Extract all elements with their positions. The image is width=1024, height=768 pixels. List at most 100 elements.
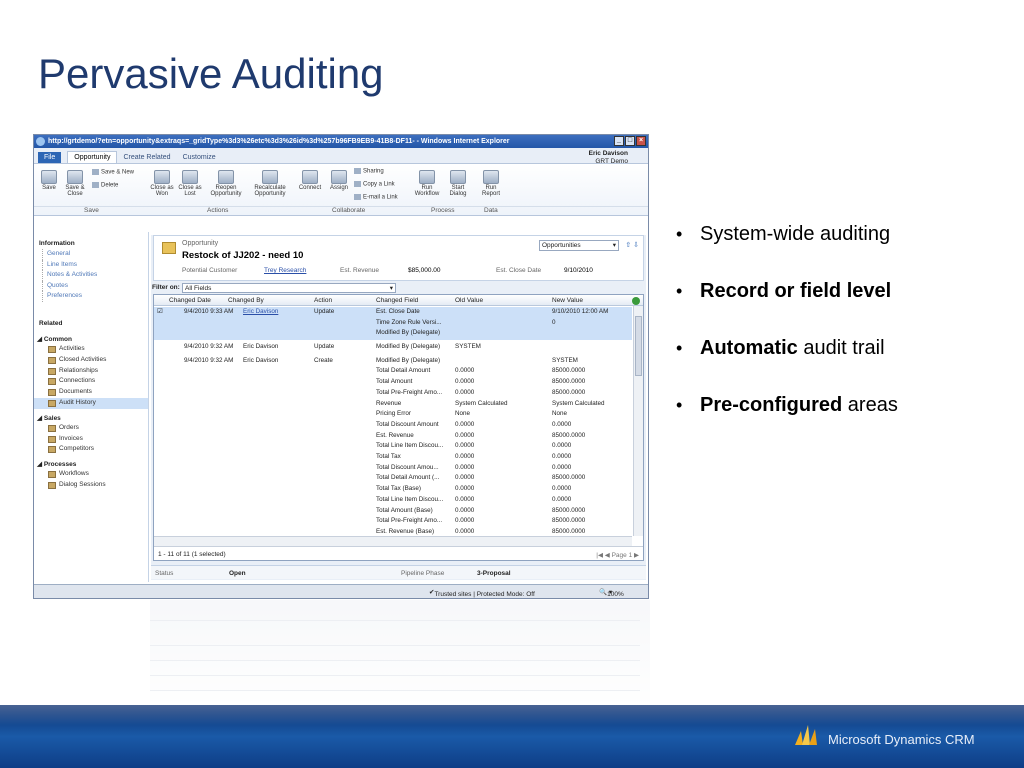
- save-close-icon: [67, 170, 83, 184]
- nav-info-quotes[interactable]: Quotes: [42, 280, 148, 292]
- nav-processes-heading[interactable]: ◢ Processes: [37, 460, 148, 468]
- nav-audit-history[interactable]: Audit History: [34, 397, 148, 409]
- sharing-button[interactable]: Sharing: [354, 168, 384, 175]
- cell-new-value: 0.0000: [552, 463, 572, 471]
- ribbon-tabs: File Opportunity Create Related Customiz…: [34, 148, 648, 165]
- nav-closed-activities[interactable]: Closed Activities: [34, 355, 148, 366]
- horizontal-scrollbar[interactable]: [154, 536, 632, 546]
- cell-changed-by[interactable]: Eric Davison: [243, 307, 278, 318]
- row-checkbox[interactable]: ☑: [157, 307, 163, 318]
- cell-changed-field: Total Discount Amount: [376, 420, 439, 428]
- refresh-icon[interactable]: [632, 297, 640, 305]
- tab-opportunity[interactable]: Opportunity: [67, 151, 118, 163]
- pipeline-phase-label: Pipeline Phase: [401, 570, 445, 577]
- browser-status-bar: ✔ Trusted sites | Protected Mode: Off 🔍 1…: [34, 584, 648, 598]
- table-row[interactable]: 9/4/2010 9:32 AM Eric Davison Create Modifi…: [154, 356, 632, 536]
- grid-pager[interactable]: |◀ ◀ Page 1 ▶: [596, 551, 639, 559]
- nav-competitors[interactable]: Competitors: [34, 444, 148, 455]
- close-icon[interactable]: ×: [636, 136, 646, 146]
- nav-activities[interactable]: Activities: [34, 344, 148, 355]
- start-dialog-button[interactable]: Start Dialog: [444, 170, 472, 197]
- save-close-button[interactable]: Save & Close: [62, 170, 88, 197]
- nav-common-heading[interactable]: ◢ Common: [37, 335, 148, 343]
- potential-customer-label: Potential Customer: [182, 267, 238, 274]
- group-data: Data: [484, 207, 498, 214]
- close-lost-button[interactable]: Close as Lost: [177, 170, 203, 197]
- reopen-button[interactable]: Reopen Opportunity: [206, 170, 246, 197]
- assign-button[interactable]: Assign: [326, 170, 352, 191]
- ribbon: Save Save & Close Save & New Delete Clos…: [34, 164, 648, 216]
- cell-changed-field: Total Amount (Base): [376, 506, 433, 514]
- col-action[interactable]: Action: [314, 297, 332, 304]
- cell-changed-field: Est. Close Date: [376, 308, 420, 315]
- tab-file[interactable]: File: [38, 152, 62, 163]
- minimize-icon[interactable]: _: [614, 136, 624, 146]
- nav-info-notes[interactable]: Notes & Activities: [42, 270, 148, 281]
- view-selector[interactable]: Opportunities ▾: [539, 240, 619, 251]
- nav-dialog-sessions[interactable]: Dialog Sessions: [34, 480, 148, 491]
- save-new-icon: [92, 169, 99, 175]
- save-new-button[interactable]: Save & New: [92, 169, 134, 176]
- save-button[interactable]: Save: [38, 170, 60, 191]
- filter-select[interactable]: All Fields ▾: [182, 283, 396, 293]
- maximize-icon[interactable]: □: [625, 136, 635, 146]
- col-changed-date[interactable]: Changed Date: [169, 297, 211, 304]
- nav-info-preferences[interactable]: Preferences: [42, 291, 148, 302]
- relationships-icon: [48, 367, 56, 375]
- cell-changed-field: Revenue: [376, 399, 402, 407]
- cell-new-value: 0: [552, 318, 556, 326]
- nav-information-heading: Information: [39, 240, 75, 247]
- cell-old-value: 0.0000: [455, 420, 475, 428]
- zoom-control[interactable]: 🔍 100% ▾: [599, 588, 624, 598]
- nav-info-line-items[interactable]: Line Items: [42, 259, 148, 271]
- tab-customize[interactable]: Customize: [177, 152, 222, 163]
- cell-new-value: 9/10/2010 12:00 AM: [552, 308, 609, 315]
- record-nav-arrows[interactable]: ⇧ ⇩: [625, 241, 639, 249]
- vertical-scrollbar[interactable]: [633, 306, 643, 536]
- col-new-value[interactable]: New Value: [552, 297, 583, 304]
- table-row[interactable]: ☑ 9/4/2010 9:33 AM Eric Davison Update Est. …: [154, 307, 632, 341]
- nav-invoices[interactable]: Invoices: [34, 434, 148, 445]
- window-title: http://grtdemo/?etn=opportunity&extraqs=…: [48, 138, 510, 145]
- copy-link-button[interactable]: Copy a Link: [354, 181, 395, 188]
- group-collaborate: Collaborate: [332, 207, 366, 214]
- nav-related-heading: Related: [39, 319, 63, 327]
- nav-relationships[interactable]: Relationships: [34, 366, 148, 377]
- col-changed-field[interactable]: Changed Field: [376, 297, 418, 304]
- email-link-button[interactable]: E-mail a Link: [354, 194, 398, 201]
- tab-create-related[interactable]: Create Related: [117, 152, 176, 163]
- cell-new-value: System Calculated: [552, 399, 605, 407]
- connect-button[interactable]: Connect: [296, 170, 324, 191]
- nav-workflows[interactable]: Workflows: [34, 469, 148, 480]
- nav-documents[interactable]: Documents: [34, 387, 148, 398]
- run-report-button[interactable]: Run Report: [477, 170, 505, 197]
- cell-changed-field: Total Pre-Freight Amo...: [376, 388, 443, 396]
- footer-brand: Microsoft Dynamics CRM: [828, 732, 975, 747]
- cell-new-value: 0.0000: [552, 495, 572, 503]
- record-name: Restock of JJ202 - need 10: [182, 250, 304, 261]
- run-workflow-button[interactable]: Run Workflow: [412, 170, 442, 197]
- close-lost-icon: [182, 170, 198, 184]
- recalculate-button[interactable]: Recalculate Opportunity: [248, 170, 292, 197]
- email-icon: [354, 194, 361, 200]
- nav-orders[interactable]: Orders: [34, 423, 148, 434]
- cell-changed-field: Est. Revenue: [376, 431, 414, 439]
- cell-old-value: 0.0000: [455, 517, 475, 525]
- zone-info[interactable]: ✔ Trusted sites | Protected Mode: Off: [429, 588, 535, 598]
- potential-customer-link[interactable]: Trey Research: [264, 267, 306, 274]
- col-old-value[interactable]: Old Value: [455, 297, 483, 304]
- cell-new-value: 85000.0000: [552, 474, 586, 482]
- col-changed-by[interactable]: Changed By: [228, 297, 264, 304]
- cell-old-value: 0.0000: [455, 367, 475, 375]
- nav-info-general[interactable]: General: [42, 249, 148, 260]
- nav-sales-heading[interactable]: ◢ Sales: [37, 414, 148, 422]
- screenshot-reflection: [150, 600, 650, 705]
- close-won-button[interactable]: Close as Won: [149, 170, 175, 197]
- grid-header: Changed Date Changed By Action Changed F…: [154, 295, 643, 306]
- nav-connections[interactable]: Connections: [34, 376, 148, 387]
- cell-old-value: None: [455, 410, 471, 418]
- table-row[interactable]: 9/4/2010 9:32 AM Eric Davison Update Modifi…: [154, 342, 632, 354]
- delete-button[interactable]: Delete: [92, 182, 118, 189]
- cell-changed-field: Modified By (Delegate): [376, 329, 441, 337]
- bullet-2: Record or field level: [672, 279, 1012, 303]
